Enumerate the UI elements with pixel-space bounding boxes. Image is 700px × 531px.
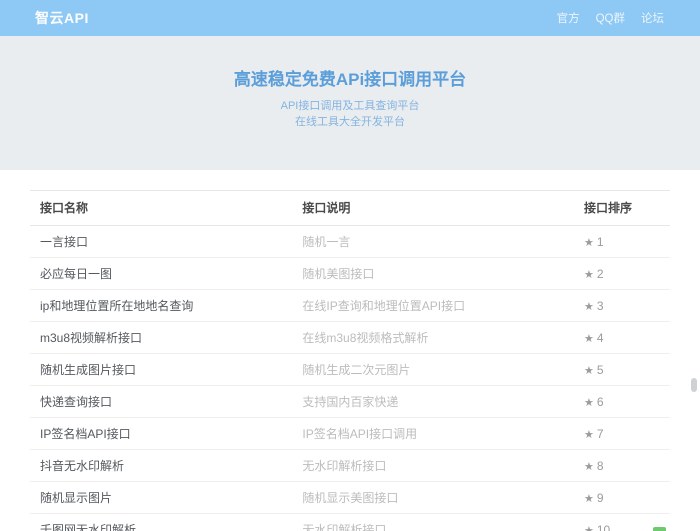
table-row[interactable]: 一言接口 随机一言 ★1 xyxy=(30,226,670,258)
api-name-link[interactable]: 随机显示图片 xyxy=(30,482,292,514)
table-row[interactable]: 抖音无水印解析 无水印解析接口 ★8 xyxy=(30,450,670,482)
star-icon: ★ xyxy=(584,301,594,313)
table-row[interactable]: 快递查询接口 支持国内百家快递 ★6 xyxy=(30,386,670,418)
hero-banner: 高速稳定免费APi接口调用平台 API接口调用及工具查询平台 在线工具大全开发平… xyxy=(0,36,700,170)
api-name-link[interactable]: 快递查询接口 xyxy=(30,386,292,418)
api-name-link[interactable]: ip和地理位置所在地地名查询 xyxy=(30,290,292,322)
column-header-desc: 接口说明 xyxy=(292,191,574,226)
table-row[interactable]: 随机生成图片接口 随机生成二次元图片 ★5 xyxy=(30,354,670,386)
api-table: 接口名称 接口说明 接口排序 一言接口 随机一言 ★1 必应每日一图 随机美图接… xyxy=(30,190,670,531)
star-icon: ★ xyxy=(584,525,594,531)
api-name-link[interactable]: 千图网无水印解析 xyxy=(30,514,292,531)
bottom-right-cutoff-badge xyxy=(653,527,666,531)
top-navbar: 智云API 官方 QQ群 论坛 xyxy=(0,0,700,36)
api-order-cell: ★2 xyxy=(574,258,670,290)
api-description: 随机显示美图接口 xyxy=(292,482,574,514)
api-name-link[interactable]: 抖音无水印解析 xyxy=(30,450,292,482)
api-table-section: 接口名称 接口说明 接口排序 一言接口 随机一言 ★1 必应每日一图 随机美图接… xyxy=(30,190,670,531)
api-description: 支持国内百家快递 xyxy=(292,386,574,418)
table-row[interactable]: 必应每日一图 随机美图接口 ★2 xyxy=(30,258,670,290)
table-row[interactable]: m3u8视频解析接口 在线m3u8视频格式解析 ★4 xyxy=(30,322,670,354)
order-number: 4 xyxy=(597,331,604,345)
api-order-cell: ★4 xyxy=(574,322,670,354)
api-order-cell: ★6 xyxy=(574,386,670,418)
column-header-name: 接口名称 xyxy=(30,191,292,226)
api-name-link[interactable]: 一言接口 xyxy=(30,226,292,258)
api-order-cell: ★7 xyxy=(574,418,670,450)
api-order-cell: ★1 xyxy=(574,226,670,258)
order-number: 9 xyxy=(597,491,604,505)
table-row[interactable]: 千图网无水印解析 无水印解析接口 ★10 xyxy=(30,514,670,531)
api-name-link[interactable]: IP签名档API接口 xyxy=(30,418,292,450)
api-description: 无水印解析接口 xyxy=(292,514,574,531)
star-icon: ★ xyxy=(584,237,594,249)
nav-link-official[interactable]: 官方 xyxy=(557,10,580,26)
order-number: 1 xyxy=(597,235,604,249)
order-number: 6 xyxy=(597,395,604,409)
table-row[interactable]: 随机显示图片 随机显示美图接口 ★9 xyxy=(30,482,670,514)
star-icon: ★ xyxy=(584,397,594,409)
order-number: 5 xyxy=(597,363,604,377)
api-order-cell: ★5 xyxy=(574,354,670,386)
api-order-cell: ★9 xyxy=(574,482,670,514)
api-order-cell: ★8 xyxy=(574,450,670,482)
star-icon: ★ xyxy=(584,461,594,473)
api-description: 随机一言 xyxy=(292,226,574,258)
api-order-cell: ★3 xyxy=(574,290,670,322)
table-row[interactable]: ip和地理位置所在地地名查询 在线IP查询和地理位置API接口 ★3 xyxy=(30,290,670,322)
header-nav: 官方 QQ群 论坛 xyxy=(557,10,664,26)
order-number: 10 xyxy=(597,523,610,531)
order-number: 2 xyxy=(597,267,604,281)
column-header-order: 接口排序 xyxy=(574,191,670,226)
star-icon: ★ xyxy=(584,269,594,281)
api-description: IP签名档API接口调用 xyxy=(292,418,574,450)
star-icon: ★ xyxy=(584,493,594,505)
nav-link-forum[interactable]: 论坛 xyxy=(641,10,664,26)
api-name-link[interactable]: 必应每日一图 xyxy=(30,258,292,290)
order-number: 7 xyxy=(597,427,604,441)
hero-title: 高速稳定免费APi接口调用平台 xyxy=(234,65,466,90)
api-name-link[interactable]: m3u8视频解析接口 xyxy=(30,322,292,354)
hero-subtitle-1: API接口调用及工具查询平台 xyxy=(281,99,420,115)
order-number: 3 xyxy=(597,299,604,313)
api-name-link[interactable]: 随机生成图片接口 xyxy=(30,354,292,386)
table-row[interactable]: IP签名档API接口 IP签名档API接口调用 ★7 xyxy=(30,418,670,450)
api-description: 在线m3u8视频格式解析 xyxy=(292,322,574,354)
vertical-scrollbar-thumb[interactable] xyxy=(691,378,697,392)
order-number: 8 xyxy=(597,459,604,473)
star-icon: ★ xyxy=(584,365,594,377)
api-description: 在线IP查询和地理位置API接口 xyxy=(292,290,574,322)
star-icon: ★ xyxy=(584,429,594,441)
logo[interactable]: 智云API xyxy=(35,8,89,28)
nav-link-qq-group[interactable]: QQ群 xyxy=(596,10,625,26)
star-icon: ★ xyxy=(584,333,594,345)
table-header-row: 接口名称 接口说明 接口排序 xyxy=(30,191,670,226)
api-description: 随机生成二次元图片 xyxy=(292,354,574,386)
api-description: 无水印解析接口 xyxy=(292,450,574,482)
api-table-body: 一言接口 随机一言 ★1 必应每日一图 随机美图接口 ★2 ip和地理位置所在地… xyxy=(30,226,670,531)
api-description: 随机美图接口 xyxy=(292,258,574,290)
hero-subtitle-2: 在线工具大全开发平台 xyxy=(295,115,405,131)
